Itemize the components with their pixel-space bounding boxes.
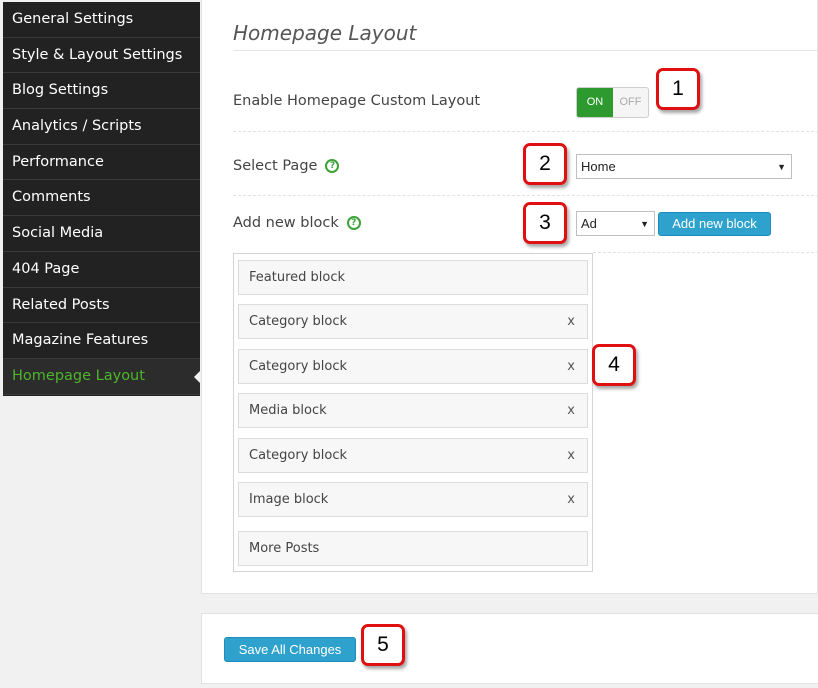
row-divider xyxy=(593,252,818,253)
layout-block[interactable]: Category block x xyxy=(238,304,588,339)
select-page-value: Home xyxy=(581,159,616,174)
row-divider xyxy=(233,131,818,132)
block-label: Category block xyxy=(249,314,348,329)
block-label: Featured block xyxy=(249,270,346,285)
layout-blocks-list: Featured block Category block x Category… xyxy=(233,253,593,572)
remove-block-button[interactable]: x xyxy=(567,483,575,516)
page-title: Homepage Layout xyxy=(233,21,417,45)
block-label: Media block xyxy=(249,403,327,418)
sidebar-item-style-layout-settings[interactable]: Style & Layout Settings xyxy=(3,38,200,74)
add-new-block-button[interactable]: Add new block xyxy=(658,212,771,236)
sidebar-item-magazine-features[interactable]: Magazine Features xyxy=(3,323,200,359)
sidebar-item-blog-settings[interactable]: Blog Settings xyxy=(3,73,200,110)
layout-block[interactable]: Image block x xyxy=(238,482,588,517)
block-label: More Posts xyxy=(249,541,320,556)
sidebar-item-social-media[interactable]: Social Media xyxy=(3,216,200,252)
sidebar-item-related-posts[interactable]: Related Posts xyxy=(3,288,200,324)
layout-block[interactable]: More Posts xyxy=(238,531,588,566)
remove-block-button[interactable]: x xyxy=(567,439,575,472)
sidebar-item-analytics-scripts[interactable]: Analytics / Scripts xyxy=(3,109,200,145)
sidebar-item-comments[interactable]: Comments xyxy=(3,180,200,217)
remove-block-button[interactable]: x xyxy=(567,305,575,338)
add-block-row: Add new block? xyxy=(233,215,361,231)
settings-sidebar: General Settings Style & Layout Settings… xyxy=(3,2,200,396)
row-divider xyxy=(233,195,818,196)
callout-badge: 3 xyxy=(523,202,567,244)
enable-custom-layout-label: Enable Homepage Custom Layout xyxy=(233,93,481,109)
block-label: Category block xyxy=(249,448,348,463)
layout-block[interactable]: Category block x xyxy=(238,349,588,384)
block-label: Image block xyxy=(249,492,329,507)
block-type-dropdown[interactable]: Ad ▼ xyxy=(576,211,655,236)
chevron-down-icon: ▼ xyxy=(640,218,649,229)
toggle-off-option[interactable]: OFF xyxy=(613,88,648,117)
callout-badge: 1 xyxy=(656,68,700,110)
remove-block-button[interactable]: x xyxy=(567,350,575,383)
layout-block[interactable]: Media block x xyxy=(238,393,588,428)
sidebar-item-homepage-layout[interactable]: Homepage Layout xyxy=(3,358,200,395)
layout-block[interactable]: Featured block xyxy=(238,260,588,295)
homepage-layout-panel: Homepage Layout Enable Homepage Custom L… xyxy=(201,0,818,594)
select-page-row: Select Page? xyxy=(233,158,340,174)
select-page-dropdown[interactable]: Home ▼ xyxy=(576,154,792,179)
callout-badge: 2 xyxy=(523,143,567,185)
chevron-down-icon: ▼ xyxy=(777,161,786,172)
remove-block-button[interactable]: x xyxy=(567,394,575,427)
sidebar-item-404-page[interactable]: 404 Page xyxy=(3,252,200,288)
save-panel: Save All Changes xyxy=(201,613,818,684)
layout-block[interactable]: Category block x xyxy=(238,438,588,473)
block-type-value: Ad xyxy=(581,216,597,231)
title-divider xyxy=(233,50,818,51)
add-block-label: Add new block xyxy=(233,215,339,231)
enable-custom-layout-toggle[interactable]: ON OFF xyxy=(576,87,649,118)
help-icon[interactable]: ? xyxy=(325,159,340,173)
sidebar-item-general-settings[interactable]: General Settings xyxy=(3,2,200,38)
callout-badge: 4 xyxy=(592,344,636,386)
help-icon[interactable]: ? xyxy=(346,216,361,230)
select-page-label: Select Page xyxy=(233,158,318,174)
sidebar-item-performance[interactable]: Performance xyxy=(3,145,200,181)
block-label: Category block xyxy=(249,359,348,374)
save-all-changes-button[interactable]: Save All Changes xyxy=(224,637,356,662)
toggle-on-option[interactable]: ON xyxy=(577,88,613,117)
callout-badge: 5 xyxy=(361,624,405,666)
